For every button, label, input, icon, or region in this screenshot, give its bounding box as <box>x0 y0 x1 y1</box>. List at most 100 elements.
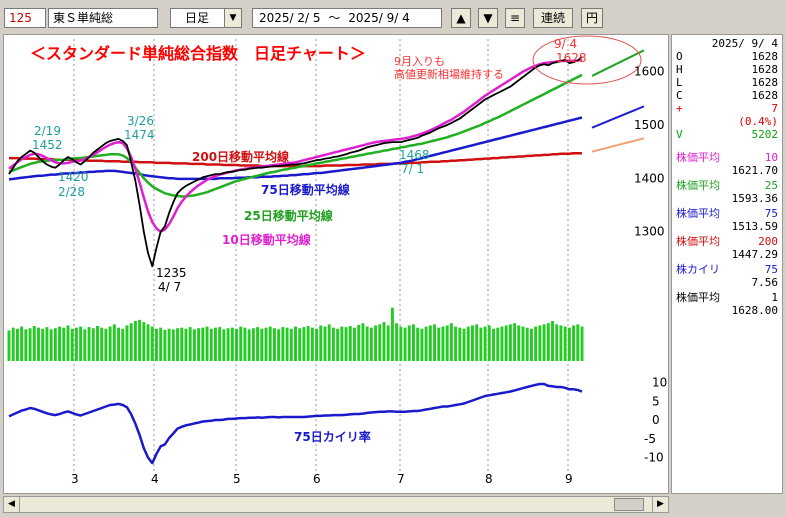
volume-bar <box>247 329 251 361</box>
side-ma75-label: 株価平均 <box>676 207 720 220</box>
volume-bar <box>572 325 576 361</box>
volume-bar <box>213 327 217 361</box>
volume-bar <box>386 325 390 361</box>
volume-bar <box>374 325 378 361</box>
side-kairi-value-row: 7.56 <box>676 276 779 289</box>
side-ma25-row: 株価平均 25 <box>676 179 778 192</box>
chart-area[interactable]: ＜スタンダード単純総合指数 日足チャート＞ 9月入りも 高値更新相場維持する 9… <box>3 34 669 494</box>
yen-button[interactable]: 円 <box>581 8 603 28</box>
price-y-tick: 1500 <box>634 118 665 132</box>
side-low-value: 1628 <box>751 76 779 89</box>
volume-bar <box>197 328 201 361</box>
volume-bar <box>470 325 474 361</box>
volume-bar <box>433 324 437 361</box>
volume-bar <box>403 327 407 361</box>
side-ma75-row: 株価平均 75 <box>676 207 778 220</box>
volume-bar <box>302 327 306 361</box>
volume-bar <box>41 328 45 361</box>
horizontal-scrollbar[interactable]: ◀ ▶ <box>3 496 669 513</box>
name-box[interactable]: 東Ｓ単純総 <box>48 8 158 28</box>
volume-bar <box>74 327 78 361</box>
volume-bar <box>508 324 512 361</box>
volume-bar <box>15 328 19 361</box>
volume-bar <box>268 326 272 361</box>
side-volume-label: V <box>676 128 683 141</box>
volume-bar <box>521 326 525 361</box>
volume-bar <box>492 328 495 361</box>
date-range-box[interactable]: 2025/ 2/ 5 ～ 2025/ 9/ 4 <box>252 8 442 28</box>
label-ma10: 10日移動平均線 <box>222 232 311 247</box>
side-kairi-period: 75 <box>764 263 778 276</box>
volume-bar <box>420 328 424 361</box>
triangle-down-icon: ▼ <box>483 11 493 25</box>
ann-326-value: 1474 <box>124 128 155 142</box>
volume-bar <box>428 325 432 361</box>
volume-bar <box>538 325 542 361</box>
volume-bar <box>154 328 158 361</box>
note-line2: 高値更新相場維持する <box>394 67 504 81</box>
volume-bar <box>264 327 268 361</box>
scroll-left-button[interactable]: ◀ <box>4 497 20 512</box>
volume-bar <box>378 324 382 361</box>
volume-bar <box>567 327 571 361</box>
volume-bar <box>112 324 116 361</box>
date-to: 2025/ 9/ 4 <box>348 11 410 25</box>
volume-bar <box>542 324 546 361</box>
volume-bar <box>331 327 335 361</box>
volume-bar <box>285 327 289 361</box>
ann-326-date: 3/26 <box>127 114 154 128</box>
side-high-label: H <box>676 63 683 76</box>
volume-bar <box>357 324 361 361</box>
side-ma25-period: 25 <box>764 179 778 192</box>
menu-button[interactable]: ≡ <box>505 8 525 28</box>
side-ma75-period: 75 <box>764 207 778 220</box>
code-box[interactable]: 125 <box>4 8 46 28</box>
scroll-down-button[interactable]: ▼ <box>478 8 498 28</box>
volume-bar <box>49 329 53 361</box>
volume-bar <box>146 324 150 361</box>
side-ma10-row: 株価平均 10 <box>676 151 778 164</box>
volume-bar <box>11 327 15 361</box>
kairi-y-tick: 0 <box>652 413 660 427</box>
side-change-pct-row: (0.4%) <box>676 115 778 128</box>
volume-bar <box>580 326 584 361</box>
volume-bar <box>87 327 91 361</box>
chevron-down-icon[interactable]: ▼ <box>224 9 241 27</box>
kairi-y-tick: -5 <box>644 432 656 446</box>
volume-bar <box>138 319 142 361</box>
volume-bar <box>163 329 167 361</box>
scroll-right-button[interactable]: ▶ <box>652 497 668 512</box>
volume-bar <box>462 328 466 361</box>
volume-bar <box>117 327 121 361</box>
scroll-up-button[interactable]: ▲ <box>451 8 471 28</box>
x-tick-label: 8 <box>485 472 493 486</box>
side-open-label: O <box>676 50 683 63</box>
side-ma200-value-row: 1447.29 <box>676 248 778 261</box>
volume-bar <box>369 327 373 361</box>
side-avg1-value: 1628.00 <box>731 304 778 317</box>
volume-bar <box>218 327 222 361</box>
kairi-line <box>8 382 583 465</box>
side-ma200-period: 200 <box>758 235 778 248</box>
volume-bar <box>534 326 538 361</box>
side-panel: 2025/ 9/ 4 O 1628 H 1628 L 1628 C 1628 +… <box>671 34 783 494</box>
scroll-thumb[interactable] <box>614 498 644 511</box>
side-date: 2025/ 9/ 4 <box>711 37 778 50</box>
period-select[interactable]: 日足 ▼ <box>170 8 242 28</box>
side-ma200-value: 1447.29 <box>731 248 778 261</box>
volume-bar <box>294 326 297 361</box>
volume-bar <box>53 328 57 361</box>
volume-bar <box>277 329 281 361</box>
side-avg1-label: 株価平均 <box>676 291 720 304</box>
volume-bar <box>188 327 192 361</box>
ann-low-value: 1235 <box>156 266 187 280</box>
volume-bar <box>201 327 205 361</box>
side-kairi-row: 株カイリ 75 <box>676 263 778 276</box>
volume-bar <box>281 327 285 361</box>
volume-bar <box>70 328 74 361</box>
volume-bar <box>399 326 403 361</box>
volume-bar <box>513 323 517 361</box>
link-button[interactable]: 連続 <box>533 8 573 28</box>
side-change-value: 7 <box>771 102 778 115</box>
side-date-row: 2025/ 9/ 4 <box>676 37 778 50</box>
